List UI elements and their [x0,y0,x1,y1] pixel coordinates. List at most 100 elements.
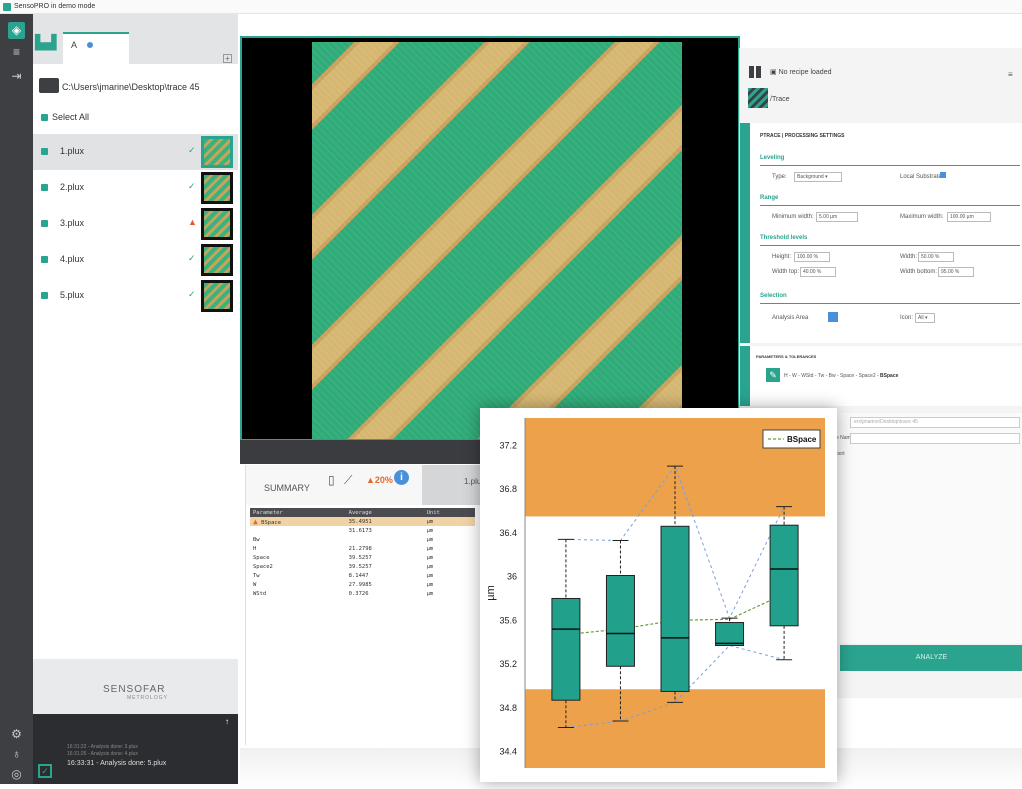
file-thumbnail[interactable] [201,172,233,204]
tab-strip: ▙▟ A + [33,14,238,64]
parameters-section: PARAMETERS & TOLERANCES ✎ H - W - WStd -… [740,346,1022,406]
file-row[interactable]: 4.plux ✓ [33,242,238,278]
y-tick-label: 37.2 [499,440,517,450]
grid-icon[interactable] [749,66,761,78]
recipe-icon: ▣ [770,69,779,76]
boxplot-chart: 34.4 34.8 35.2 35.6 36 36.4 36.8 37.2 µm BSpace [485,418,825,768]
max-width-input[interactable]: 100.00 µm [947,212,991,222]
box [660,525,690,692]
legend-label: BSpace [787,435,817,444]
logo-subtext: METROLOGY [127,695,168,701]
param-average: 8.1447 [348,572,369,579]
type-select[interactable]: Background ▾ [794,172,842,182]
file-list: C:\Users\jmarine\Desktop\trace 45 Select… [33,64,238,659]
edit-icon[interactable]: ✎ [766,368,780,382]
file-thumbnail[interactable] [201,208,233,240]
file-row[interactable]: 3.plux ▲ [33,206,238,242]
select-all[interactable]: Select All [41,112,89,122]
box [551,597,581,701]
params-list-bold: BSpace [880,373,899,379]
param-unit: µm [426,527,434,534]
param-name [250,526,346,535]
file-row[interactable]: 2.plux ✓ [33,170,238,206]
menu-icon[interactable]: ≡ [1008,70,1013,79]
select-all-checkbox[interactable] [41,114,48,122]
stethoscope-icon[interactable]: ♁ [8,746,25,763]
analyze-button[interactable]: ANALYZE [840,645,1022,671]
width-input[interactable]: 50.00 % [918,252,954,262]
table-row[interactable]: W 27.9985 µm [250,580,475,589]
output-path-input[interactable]: ers\jmarine\Desktop\trace 45 [850,417,1020,428]
topography-viewer[interactable] [240,36,740,441]
trace-name: /Trace [770,96,790,103]
log-expand-icon[interactable]: ↑ [225,717,229,726]
tab-summary[interactable]: SUMMARY [264,483,310,493]
sensofar-logo: SENSOFAR METROLOGY [103,684,168,701]
window-title: SensoPRO in demo mode [14,3,96,10]
topography-image[interactable] [312,42,682,439]
local-substrate-toggle[interactable] [940,172,946,178]
folder-icon[interactable] [39,78,59,93]
info-icon[interactable]: i [394,470,409,485]
table-row[interactable]: Tw 8.1447 µm [250,571,475,580]
section-threshold: Threshold levels [760,235,808,241]
tab-a[interactable]: A [63,32,129,64]
file-row[interactable]: 1.plux ✓ [33,134,238,170]
file-checkbox[interactable] [41,292,48,299]
analysis-area-button[interactable] [828,312,838,322]
file-checkbox[interactable] [41,256,48,263]
file-thumbnail[interactable] [201,280,233,312]
shelf-icon[interactable]: ▙▟ [35,34,57,52]
title-bar: SensoPRO in demo mode [0,0,1022,14]
file-checkbox[interactable] [41,220,48,227]
chart-icon[interactable]: ⟋ [344,473,352,488]
width-bottom-input[interactable]: 95.00 % [938,267,974,277]
type-select-value: Background [797,174,824,180]
file-thumbnail[interactable] [201,244,233,276]
app-icon [3,3,11,11]
file-thumbnail[interactable] [201,136,233,168]
boxplot-card: 34.4 34.8 35.2 35.6 36 36.4 36.8 37.2 µm BSpace [480,408,837,782]
section-selection: Selection [760,293,787,299]
table-row[interactable]: H 21.2798 µm [250,544,475,553]
log-console: ↑ ✓ 16:31:22 - Analysis done: 3.plux 16:… [33,714,238,784]
help-icon[interactable]: ◎ [8,766,25,783]
table-row[interactable]: ▲ BSpace 35.4951 µm [250,517,475,526]
param-name: BSpace [261,520,282,526]
import-icon[interactable]: ⇥ [8,68,25,85]
max-width-label: Maximum width: [900,214,944,220]
document-icon[interactable]: ▯ [328,473,335,487]
table-row[interactable]: 31.6173 µm [250,526,475,535]
width-top-label: Width top: [772,269,800,275]
menu-icon[interactable]: ≡ [8,44,25,61]
file-row[interactable]: 5.plux ✓ [33,278,238,314]
analysis-icon[interactable]: ◈ [8,22,25,39]
name-input[interactable] [850,433,1020,444]
param-average: 39.5257 [348,554,372,561]
file-panel: ▙▟ A + C:\Users\jmarine\Desktop\trace 45… [33,14,238,784]
min-width-input[interactable]: 5.00 µm [816,212,858,222]
table-row[interactable]: Space2 39.5257 µm [250,562,475,571]
icon-select[interactable]: All ▾ [915,313,935,323]
file-name: 1.plux [60,146,85,156]
width-top-input[interactable]: 40.00 % [800,267,836,277]
param-name: Space [253,554,270,561]
height-label: Height: [772,254,792,260]
report-label: port [836,451,845,457]
file-checkbox[interactable] [41,184,48,191]
table-row[interactable]: WStd 0.3726 µm [250,589,475,598]
y-tick-label: 34.8 [499,703,517,713]
param-name: Tw [253,572,260,579]
table-row[interactable]: Space 39.5257 µm [250,553,475,562]
file-checkbox[interactable] [41,148,48,155]
param-average [346,535,424,544]
table-row[interactable]: Bw µm [250,535,475,544]
summary-table: Parameter Average Unit ▲ BSpace 35.4951 µm… [250,508,475,598]
add-tab-button[interactable]: + [223,54,232,63]
min-width-label: Minimum width: [772,214,814,220]
icon-select-value: All [918,315,924,321]
height-input[interactable]: 100.00 % [794,252,830,262]
params-list-text: H - W - WStd - Tw - Bw - Space - Space2 … [784,373,881,379]
gear-icon[interactable]: ⚙ [8,726,25,743]
section-range: Range [760,195,779,201]
